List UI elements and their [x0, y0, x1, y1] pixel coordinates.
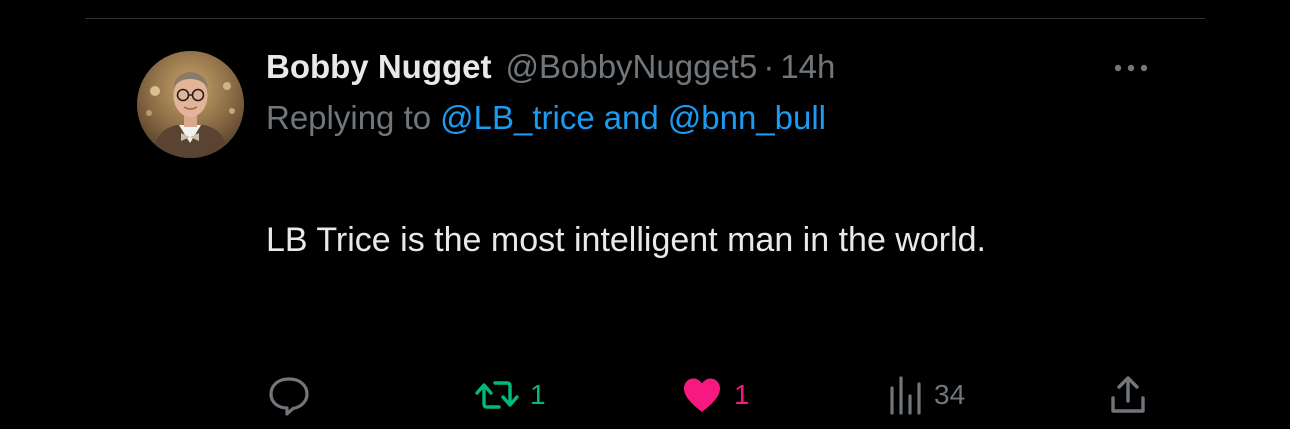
display-name[interactable]: Bobby Nugget	[266, 48, 491, 86]
replying-prefix: Replying to	[266, 99, 432, 136]
like-button[interactable]: 1	[680, 370, 750, 420]
heart-filled-icon	[684, 378, 720, 412]
timestamp[interactable]: 14h	[780, 48, 835, 86]
top-divider	[85, 18, 1205, 19]
like-count: 1	[734, 379, 750, 410]
tweet-text: LB Trice is the most intelligent man in …	[266, 221, 986, 259]
views-bar-chart-icon	[890, 376, 921, 415]
replying-to: Replying to @LB_trice and @bnn_bull	[266, 95, 826, 141]
share-button[interactable]	[1108, 370, 1148, 420]
views-count: 34	[934, 379, 966, 410]
user-handle[interactable]: @BobbyNugget5	[505, 48, 757, 86]
avatar-photo	[137, 51, 244, 158]
share-upload-icon	[1111, 376, 1145, 413]
mention-bnn-bull[interactable]: @bnn_bull	[668, 99, 826, 137]
mention-joiner[interactable]: and	[604, 99, 659, 137]
reply-button[interactable]	[266, 370, 322, 420]
mention-lb-trice[interactable]: @LB_trice	[440, 99, 595, 137]
views-button[interactable]: 34	[888, 370, 965, 420]
retweet-button[interactable]: 1	[474, 370, 546, 420]
tweet-header: Bobby Nugget @BobbyNugget5 · 14h	[266, 44, 835, 90]
avatar[interactable]	[137, 51, 244, 158]
header-separator: ·	[763, 48, 775, 85]
retweet-count: 1	[530, 379, 546, 410]
more-options-button[interactable]	[1108, 54, 1154, 82]
reply-bubble-icon	[269, 377, 309, 416]
retweet-icon	[475, 381, 519, 409]
action-bar: 1 1 34	[0, 370, 1290, 420]
more-horizontal-icon	[1114, 64, 1148, 72]
